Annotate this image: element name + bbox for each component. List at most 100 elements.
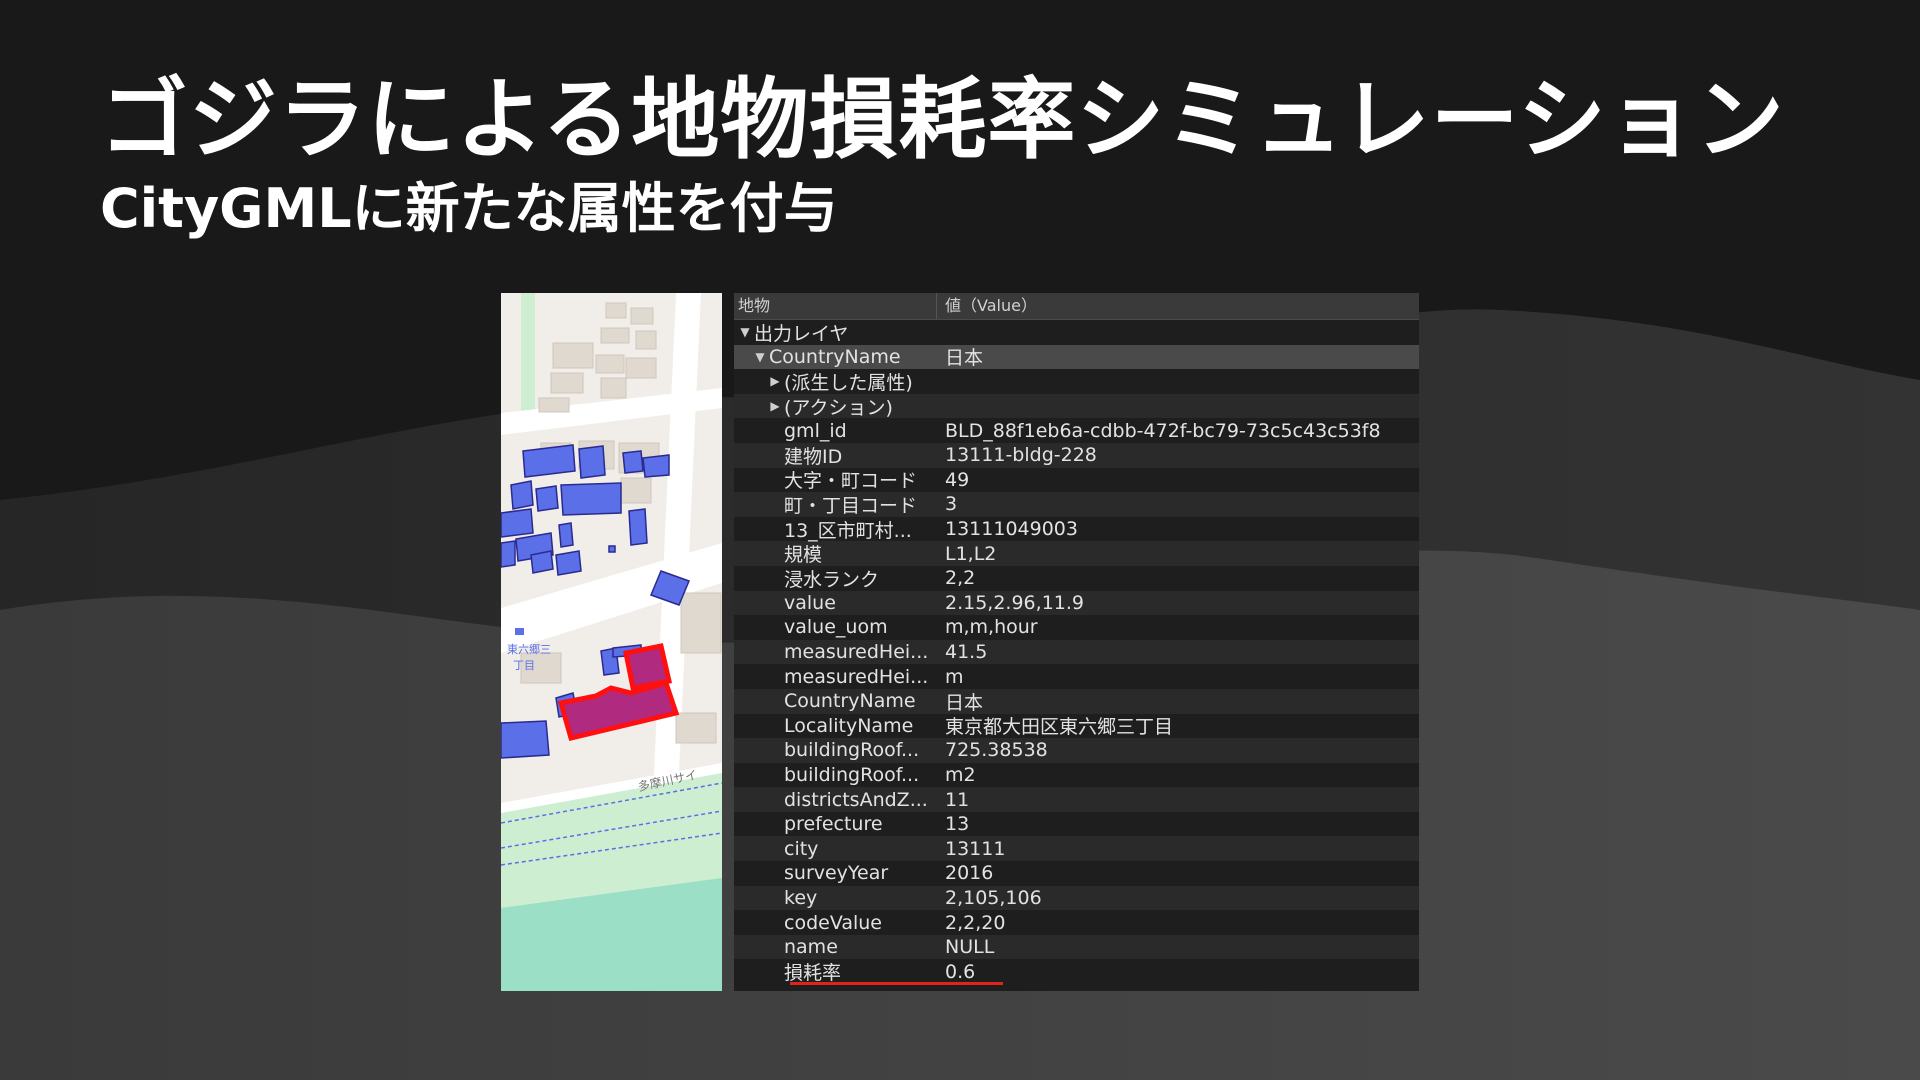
attribute-row[interactable]: buildingRoof... 725.38538 [734, 738, 1419, 763]
attribute-row[interactable]: LocalityName 東京都大田区東六郷三丁目 [734, 714, 1419, 739]
attribute-table-header: 地物 値（Value） [734, 293, 1419, 320]
attribute-row[interactable]: 建物ID 13111-bldg-228 [734, 442, 1419, 469]
attribute-value: 2.15,2.96,11.9 [945, 591, 1084, 614]
expand-arrow-icon[interactable]: ▼ [736, 325, 754, 339]
attribute-key-cell: CountryName [734, 690, 937, 712]
attribute-value: BLD_88f1eb6a-cdbb-472f-bc79-73c5c43c53f8 [945, 419, 1381, 442]
attribute-name: value_uom [784, 616, 888, 639]
attribute-row[interactable]: ▶ (派生した属性) [734, 369, 1419, 394]
attribute-name: 出力レイヤ [754, 322, 849, 345]
attribute-value: 2,105,106 [945, 886, 1042, 909]
attribute-row[interactable]: name NULL [734, 934, 1419, 960]
attribute-key-cell: 建物ID [734, 442, 937, 469]
attribute-key-cell: measuredHei... [734, 641, 937, 663]
attribute-row[interactable]: city 13111 [734, 836, 1419, 862]
attribute-value: 2016 [945, 862, 994, 885]
attribute-key-cell: ▶ (派生した属性) [734, 368, 937, 395]
attribute-value: 0.6 [945, 960, 976, 983]
attribute-value: 東京都大田区東六郷三丁目 [945, 716, 1174, 739]
attribute-name: 町・丁目コード [784, 494, 918, 517]
attribute-row[interactable]: ▶ (アクション) [734, 393, 1419, 419]
column-header-feature[interactable]: 地物 [734, 293, 937, 319]
attribute-row[interactable]: ▼ 出力レイヤ [734, 320, 1419, 345]
attribute-name: 13_区市町村... [784, 519, 912, 542]
attribute-key-cell: buildingRoof... [734, 739, 937, 761]
attribute-name: value [784, 591, 836, 614]
attribute-value: m2 [945, 763, 976, 786]
attribute-row[interactable]: 浸水ランク 2,2 [734, 566, 1419, 591]
attribute-key-cell: gml_id [734, 420, 937, 442]
slide-title: ゴジラによる地物損耗率シミュレーション [100, 68, 1785, 171]
attribute-value: 日本 [945, 347, 984, 370]
attribute-name: key [784, 886, 818, 909]
attribute-name: buildingRoof... [784, 739, 920, 762]
attribute-row[interactable]: value_uom m,m,hour [734, 615, 1419, 640]
attribute-row[interactable]: value 2.15,2.96,11.9 [734, 590, 1419, 616]
attribute-key-cell: name [734, 936, 937, 958]
attribute-row[interactable]: codeValue 2,2,20 [734, 910, 1419, 935]
attribute-row[interactable]: districtsAndZ... 11 [734, 787, 1419, 812]
attribute-tree: ▼ 出力レイヤ ▼ CountryName 日本 ▶ (派生した属性) ▶ (アクション) gml… [734, 320, 1419, 986]
attribute-key-cell: city [734, 838, 937, 860]
attribute-row[interactable]: CountryName 日本 [734, 688, 1419, 714]
attribute-value: 725.38538 [945, 739, 1048, 762]
map-label-district-2: 丁目 [513, 659, 535, 672]
attribute-key-cell: measuredHei... [734, 666, 937, 688]
attribute-row[interactable]: surveyYear 2016 [734, 861, 1419, 886]
attribute-name: buildingRoof... [784, 763, 920, 786]
attribute-value: 2,2,20 [945, 911, 1006, 934]
bus-stop-icon [515, 628, 524, 635]
attribute-row[interactable]: gml_id BLD_88f1eb6a-cdbb-472f-bc79-73c5c4… [734, 418, 1419, 443]
attribute-row[interactable]: key 2,105,106 [734, 885, 1419, 911]
attribute-row[interactable]: 町・丁目コード 3 [734, 492, 1419, 517]
attribute-key-cell: buildingRoof... [734, 764, 937, 786]
attribute-value: m,m,hour [945, 616, 1038, 639]
attribute-key-cell: key [734, 887, 937, 909]
attribute-name: (派生した属性) [784, 371, 913, 394]
attribute-key-cell: 規模 [734, 540, 937, 567]
attribute-name: name [784, 936, 838, 959]
attribute-row[interactable]: measuredHei... m [734, 664, 1419, 689]
expand-arrow-icon[interactable]: ▼ [751, 350, 769, 364]
attribute-value: 13111 [945, 837, 1006, 860]
attribute-row[interactable]: buildingRoof... m2 [734, 763, 1419, 788]
attribute-value: NULL [945, 936, 995, 959]
attribute-name: codeValue [784, 911, 882, 934]
attribute-key-cell: ▼ 出力レイヤ [734, 319, 937, 346]
attribute-name: 大字・町コード [784, 470, 918, 493]
attribute-key-cell: LocalityName [734, 715, 937, 737]
attribute-key-cell: prefecture [734, 813, 937, 835]
map-canvas[interactable]: 東六郷三 丁目 多摩川サイ [501, 293, 722, 991]
slide-subtitle: CityGMLに新たな属性を付与 [100, 177, 838, 240]
attribute-row[interactable]: ▼ CountryName 日本 [734, 344, 1419, 370]
attribute-name: (アクション) [784, 396, 893, 419]
collapse-arrow-icon[interactable]: ▶ [766, 374, 784, 388]
column-header-value[interactable]: 値（Value） [937, 293, 1419, 319]
attribute-row[interactable]: prefecture 13 [734, 812, 1419, 837]
attribute-name: 規模 [784, 544, 823, 567]
attribute-row[interactable]: measuredHei... 41.5 [734, 639, 1419, 665]
attribute-name: gml_id [784, 419, 847, 442]
attribute-key-cell: 損耗率 [734, 958, 937, 985]
attribute-value: 11 [945, 788, 970, 811]
attribute-row[interactable]: 大字・町コード 49 [734, 468, 1419, 493]
attribute-row[interactable]: 13_区市町村... 13111049003 [734, 517, 1419, 542]
attribute-value: 13111049003 [945, 518, 1078, 541]
attribute-row[interactable]: 規模 L1,L2 [734, 541, 1419, 566]
attribute-key-cell: 大字・町コード [734, 466, 937, 493]
collapse-arrow-icon[interactable]: ▶ [766, 399, 784, 413]
attribute-value: 41.5 [945, 641, 988, 664]
attribute-name: 損耗率 [784, 962, 842, 985]
attribute-key-cell: surveyYear [734, 862, 937, 884]
attribute-name: 建物ID [784, 445, 843, 468]
attribute-value: L1,L2 [945, 542, 997, 565]
attribute-name: measuredHei... [784, 665, 929, 688]
attribute-value: 13 [945, 813, 970, 836]
attribute-key-cell: value_uom [734, 616, 937, 638]
attribute-name: LocalityName [784, 714, 914, 737]
attribute-row[interactable]: 損耗率 0.6 [734, 958, 1419, 985]
attribute-key-cell: value [734, 592, 937, 614]
map-label-district: 東六郷三 [507, 642, 551, 656]
attribute-value: 13111-bldg-228 [945, 444, 1097, 467]
highlight-underline [790, 982, 1003, 986]
